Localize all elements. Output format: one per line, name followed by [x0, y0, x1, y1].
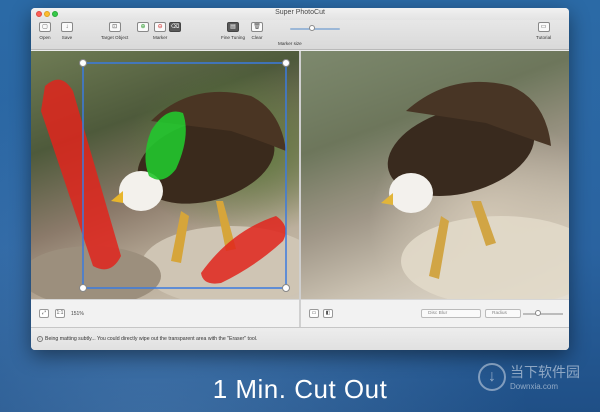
preview-view-button[interactable]: ▭	[309, 309, 319, 318]
status-bar: i Being matting subtly... You could dire…	[31, 327, 569, 350]
download-arrow-icon: ↓	[478, 362, 506, 391]
eraser-button[interactable]: ⌫	[169, 22, 181, 35]
open-button[interactable]: ▢ Open	[39, 22, 51, 40]
fine-tuning-icon: ▤	[227, 22, 239, 32]
tutorial-label: Tutorial	[536, 35, 552, 40]
preview-pane-footer: ▭ ◧ Disc Blur Radius	[301, 299, 569, 327]
target-icon: ⊡	[108, 22, 121, 32]
zoom-level: 151%	[71, 311, 84, 317]
clear-button[interactable]: 🗑 Clear	[251, 22, 263, 40]
source-image-canvas[interactable]	[31, 51, 299, 299]
marker-minus-button[interactable]: ⊖ Marker	[153, 22, 167, 40]
radius-select[interactable]: Radius	[485, 309, 521, 318]
source-pane-footer: ⤢ 1:1 151%	[31, 299, 299, 327]
plus-marker-icon: ⊕	[137, 22, 149, 32]
status-text: Being matting subtly... You could direct…	[45, 336, 258, 342]
save-button[interactable]: ↓ Save	[61, 22, 73, 40]
clear-label: Clear	[251, 35, 263, 40]
preview-pane: ▭ ◧ Disc Blur Radius	[301, 51, 569, 327]
marker-plus-button[interactable]: ⊕	[137, 22, 149, 35]
actual-size-button[interactable]: 1:1	[55, 309, 65, 318]
selection-handle-bottom-right[interactable]	[282, 284, 290, 292]
source-image	[31, 59, 299, 299]
preview-image-canvas	[301, 51, 569, 299]
toolbar: ▢ Open ↓ Save ⊡ Target Object ⊕ ⊖ Marker…	[31, 20, 569, 50]
red-background-mark-left	[41, 79, 121, 270]
blur-type-select[interactable]: Disc Blur	[421, 309, 481, 318]
watermark: ↓ 当下软件园 Downxia.com	[478, 362, 580, 391]
minus-marker-icon: ⊖	[154, 22, 167, 32]
titlebar: Super PhotoCut	[31, 8, 569, 20]
selection-handle-top-left[interactable]	[79, 59, 87, 67]
open-label: Open	[39, 35, 51, 40]
marker-size-slider[interactable]	[290, 28, 340, 30]
trash-icon: 🗑	[251, 22, 263, 32]
marker-label: Marker	[153, 35, 168, 40]
fine-tuning-label: Fine Tuning	[221, 35, 246, 40]
selection-handle-bottom-left[interactable]	[79, 284, 87, 292]
save-icon: ↓	[61, 22, 73, 32]
app-window: Super PhotoCut ▢ Open ↓ Save ⊡ Target Ob…	[31, 8, 569, 350]
marker-size-label: Marker size	[278, 41, 302, 46]
folder-icon: ▢	[39, 22, 51, 32]
window-title: Super PhotoCut	[275, 9, 325, 16]
watermark-en: Downxia.com	[510, 382, 559, 391]
radius-slider-knob[interactable]	[535, 310, 541, 316]
radius-slider[interactable]	[523, 313, 563, 315]
marker-size-knob[interactable]	[309, 25, 315, 31]
preview-image	[381, 81, 569, 299]
target-object-button[interactable]: ⊡ Target Object	[101, 22, 128, 40]
tutorial-icon: ▭	[537, 22, 550, 32]
target-object-label: Target Object	[101, 35, 129, 40]
source-pane: ⤢ 1:1 151%	[31, 51, 299, 327]
selection-handle-top-right[interactable]	[282, 59, 290, 67]
info-icon: i	[37, 336, 43, 342]
preview-compare-button[interactable]: ◧	[323, 309, 333, 318]
fine-tuning-button[interactable]: ▤ Fine Tuning	[221, 22, 245, 40]
fit-to-window-button[interactable]: ⤢	[39, 309, 49, 318]
watermark-cn: 当下软件园	[510, 364, 580, 380]
eraser-icon: ⌫	[169, 22, 181, 32]
watermark-text: 当下软件园 Downxia.com	[510, 362, 580, 391]
save-label: Save	[61, 35, 73, 40]
tutorial-button[interactable]: ▭ Tutorial	[536, 22, 551, 40]
